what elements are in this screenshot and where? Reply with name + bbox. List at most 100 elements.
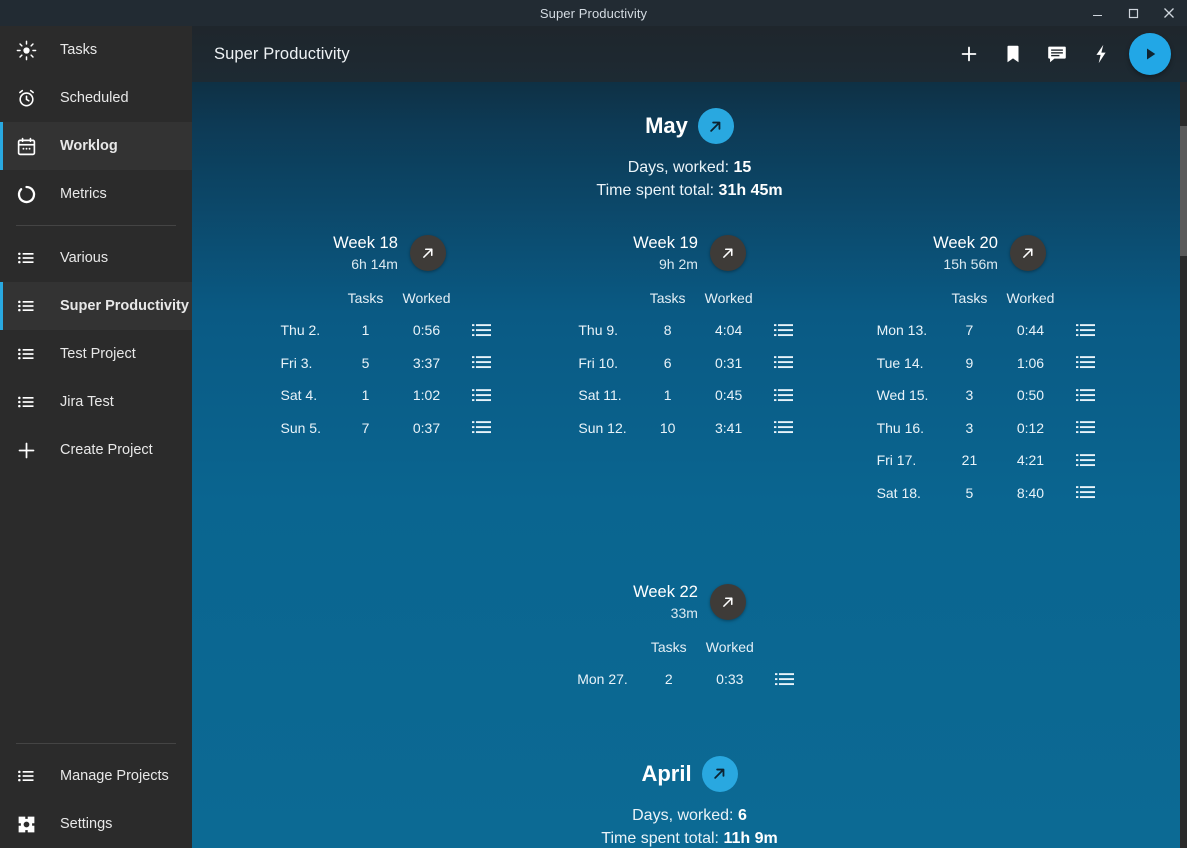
sidebar-item-test-project[interactable]: Test Project (0, 330, 192, 378)
sidebar-item-label: Manage Projects (60, 767, 169, 784)
cell-action[interactable] (450, 347, 498, 380)
cell-action[interactable] (753, 314, 801, 347)
cell-day: Sat 11. (578, 387, 622, 404)
cell-action[interactable] (753, 347, 801, 380)
col-day-header (877, 290, 947, 314)
list-icon[interactable] (773, 669, 797, 689)
play-button[interactable] (1129, 33, 1171, 75)
cell-action[interactable] (753, 379, 801, 412)
table-row[interactable]: Mon 13. 7 0:44 (877, 314, 1103, 347)
month-export-button[interactable] (701, 755, 738, 792)
table-row[interactable]: Thu 16. 3 0:12 (877, 412, 1103, 445)
list-icon[interactable] (772, 320, 796, 340)
table-row[interactable]: Thu 2. 1 0:56 (281, 314, 499, 347)
sidebar-item-label: Worklog (60, 137, 118, 154)
list-icon[interactable] (1073, 418, 1097, 438)
cell-action[interactable] (1054, 379, 1102, 412)
table-row[interactable]: Wed 15. 3 0:50 (877, 379, 1103, 412)
worklog-scroll-area[interactable]: May Days, worked: 15 Time spent total: 3… (192, 82, 1187, 848)
cell-action[interactable] (1054, 314, 1102, 347)
list-icon[interactable] (469, 353, 493, 373)
table-row[interactable]: Sun 12. 10 3:41 (578, 412, 800, 445)
alarm-icon (16, 86, 44, 110)
col-tasks-header: Tasks (650, 639, 687, 655)
cell-action[interactable] (753, 412, 801, 445)
week-export-button[interactable] (709, 235, 746, 271)
col-action-header (450, 290, 498, 314)
sidebar-item-super-productivity[interactable]: Super Productivity (0, 282, 192, 330)
add-task-button[interactable] (947, 32, 991, 76)
list-icon[interactable] (1073, 353, 1097, 373)
list-icon[interactable] (469, 385, 493, 405)
cell-worked: 8:40 (1016, 484, 1045, 501)
week-card: Week 22 33m Tasks Worked Mon 27. 2 0:33 (540, 581, 840, 696)
list-icon[interactable] (1073, 320, 1097, 340)
bookmarks-button[interactable] (991, 32, 1035, 76)
cell-worked: 0:56 (412, 322, 441, 339)
cell-day: Thu 2. (280, 322, 321, 339)
table-row[interactable]: Sun 5. 7 0:37 (281, 412, 499, 445)
table-row[interactable]: Tue 14. 9 1:06 (877, 347, 1103, 380)
week-export-button[interactable] (709, 584, 746, 620)
bolt-icon (1096, 44, 1106, 64)
week-export-button[interactable] (409, 235, 446, 271)
sidebar-item-create-project[interactable]: Create Project (0, 426, 192, 474)
table-row[interactable]: Thu 9. 8 4:04 (578, 314, 800, 347)
cell-worked: 4:21 (1016, 452, 1045, 469)
donut-icon (16, 182, 44, 206)
plus-icon (16, 438, 44, 462)
col-worked-header: Worked (705, 639, 754, 655)
sidebar-item-jira-test[interactable]: Jira Test (0, 378, 192, 426)
cell-action[interactable] (1054, 444, 1102, 477)
sidebar-item-various[interactable]: Various (0, 234, 192, 282)
minimize-button[interactable] (1079, 0, 1115, 26)
table-row[interactable]: Fri 17. 21 4:21 (877, 444, 1103, 477)
week-header-text: Week 19 9h 2m (633, 232, 698, 274)
cell-action[interactable] (1054, 347, 1102, 380)
table-row[interactable]: Fri 10. 6 0:31 (578, 347, 800, 380)
arrow-up-right-icon (714, 768, 725, 779)
list-icon[interactable] (772, 353, 796, 373)
sidebar-item-scheduled[interactable]: Scheduled (0, 74, 192, 122)
table-row[interactable]: Sat 11. 1 0:45 (578, 379, 800, 412)
list-icon[interactable] (772, 385, 796, 405)
sun-icon (16, 38, 44, 62)
sidebar-item-tasks[interactable]: Tasks (0, 26, 192, 74)
maximize-button[interactable] (1115, 0, 1151, 26)
list-icon[interactable] (1073, 450, 1097, 470)
sidebar-item-metrics[interactable]: Metrics (0, 170, 192, 218)
cell-action[interactable] (450, 412, 498, 445)
week-card: Week 18 6h 14m Tasks Worked Thu 2. 1 0:5… (240, 232, 540, 509)
list-icon[interactable] (772, 418, 796, 438)
table-row[interactable]: Mon 27. 2 0:33 (577, 663, 802, 696)
table-row[interactable]: Fri 3. 5 3:37 (281, 347, 499, 380)
cell-action[interactable] (1054, 412, 1102, 445)
cell-action[interactable] (450, 314, 498, 347)
sidebar-item-label: Scheduled (60, 89, 129, 106)
cell-action[interactable] (1054, 477, 1102, 510)
cell-action[interactable] (450, 379, 498, 412)
list-icon[interactable] (469, 320, 493, 340)
list-icon[interactable] (1073, 385, 1097, 405)
week-export-button[interactable] (1009, 235, 1046, 271)
cell-tasks: 8 (663, 322, 672, 339)
col-day-header (281, 290, 343, 314)
sidebar-item-worklog[interactable]: Worklog (0, 122, 192, 170)
week-total: 9h 2m (658, 256, 698, 272)
close-button[interactable] (1151, 0, 1187, 26)
list-icon[interactable] (1073, 483, 1097, 503)
week-table: Tasks Worked Mon 27. 2 0:33 (577, 639, 802, 696)
cell-action[interactable] (754, 663, 802, 696)
days-worked-value: 15 (733, 159, 752, 176)
table-row[interactable]: Sat 18. 5 8:40 (877, 477, 1103, 510)
time-spent-value: 31h 45m (718, 182, 783, 199)
sidebar-item-settings[interactable]: Settings (0, 800, 192, 848)
sidebar-item-manage-projects[interactable]: Manage Projects (0, 752, 192, 800)
vertical-scrollbar[interactable] (1180, 82, 1187, 848)
month-export-button[interactable] (697, 108, 734, 144)
scrollbar-thumb[interactable] (1180, 126, 1187, 256)
quick-action-button[interactable] (1079, 32, 1123, 76)
notes-button[interactable] (1035, 32, 1079, 76)
table-row[interactable]: Sat 4. 1 1:02 (281, 379, 499, 412)
list-icon[interactable] (469, 418, 493, 438)
